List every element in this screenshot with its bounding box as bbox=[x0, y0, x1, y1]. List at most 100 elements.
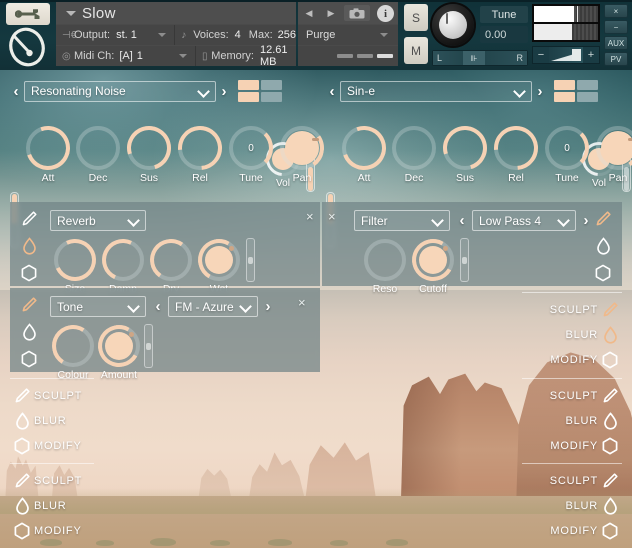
fx-reverb-close-button[interactable]: × bbox=[306, 209, 314, 224]
source-left-select[interactable]: Resonating Noise bbox=[24, 80, 216, 102]
fx-tone-preset-select[interactable]: FM - Azure bbox=[168, 296, 258, 317]
modify-hex-icon[interactable] bbox=[598, 435, 622, 457]
modify-hex-icon[interactable] bbox=[20, 350, 38, 368]
blur-drop-icon[interactable] bbox=[20, 323, 38, 341]
close-icon[interactable]: × bbox=[604, 4, 628, 18]
source-right-knob-tune[interactable]: 0 Tune bbox=[545, 126, 589, 184]
wrench-icon[interactable] bbox=[6, 3, 50, 25]
modify-hex-icon[interactable] bbox=[10, 435, 34, 457]
slot-row-modify[interactable]: MODIFY bbox=[10, 518, 170, 543]
blur-drop-icon[interactable] bbox=[598, 324, 622, 346]
blur-drop-icon[interactable] bbox=[598, 495, 622, 517]
fx-tone-preset-prev[interactable]: ‹ bbox=[150, 298, 166, 315]
slot-row-blur[interactable]: BLUR bbox=[10, 408, 170, 433]
tune-knob[interactable] bbox=[432, 4, 474, 46]
modify-hex-icon[interactable] bbox=[10, 520, 34, 542]
pan-slider[interactable]: L ⊪ R bbox=[432, 50, 528, 66]
pv-button[interactable]: PV bbox=[604, 52, 628, 66]
volume-decrease-button[interactable]: − bbox=[533, 49, 549, 61]
sculpt-pencil-icon[interactable] bbox=[20, 296, 38, 314]
slot-row-blur[interactable]: BLUR bbox=[462, 322, 622, 347]
source-right-next-button[interactable]: › bbox=[532, 83, 548, 100]
fx-tone-preset-next[interactable]: › bbox=[260, 298, 276, 315]
prev-instrument-button[interactable]: ◀ bbox=[298, 8, 320, 19]
fx-tone-mix-slider[interactable] bbox=[144, 324, 153, 368]
chevron-down-icon[interactable] bbox=[158, 33, 167, 37]
fx-tone-type-select[interactable]: Tone bbox=[50, 296, 146, 317]
fx-reverb-knob-wet[interactable]: Wet bbox=[193, 234, 245, 295]
modify-hex-icon[interactable] bbox=[598, 349, 622, 371]
blur-drop-icon[interactable] bbox=[10, 410, 34, 432]
fx-tone-knob-colour[interactable]: Colour bbox=[48, 321, 98, 381]
source-right-knob-att[interactable]: Att bbox=[334, 118, 394, 184]
volume-slider[interactable]: − + bbox=[532, 46, 600, 64]
fx-filter-close-button[interactable]: × bbox=[328, 209, 336, 224]
fx-filter-knob-reso[interactable]: Reso bbox=[364, 239, 406, 295]
chevron-down-icon[interactable] bbox=[515, 87, 524, 96]
blur-drop-icon[interactable] bbox=[10, 495, 34, 517]
slot-row-blur[interactable]: BLUR bbox=[462, 408, 622, 433]
chevron-down-icon[interactable] bbox=[241, 302, 250, 311]
slot-row-modify[interactable]: MODIFY bbox=[462, 433, 622, 458]
chevron-down-icon[interactable] bbox=[129, 302, 138, 311]
chevron-down-icon[interactable] bbox=[380, 33, 388, 37]
source-right-select[interactable]: Sin-e bbox=[340, 80, 532, 102]
sculpt-pencil-icon[interactable] bbox=[20, 210, 38, 228]
fx-reverb-knob-size[interactable]: Size bbox=[48, 233, 102, 295]
slot-row-modify[interactable]: MODIFY bbox=[10, 433, 170, 458]
next-instrument-button[interactable]: ▶ bbox=[320, 8, 342, 19]
midi-channel-field[interactable]: ◎ Midi Ch: [A] 1 bbox=[56, 46, 196, 66]
chevron-down-icon[interactable] bbox=[199, 87, 208, 96]
source-left-knob-sus[interactable]: Sus bbox=[119, 118, 179, 184]
chevron-down-icon[interactable] bbox=[559, 216, 568, 225]
source-right-prev-button[interactable]: ‹ bbox=[324, 83, 340, 100]
info-icon[interactable]: i bbox=[377, 5, 394, 22]
source-right-knob-pan[interactable]: Pan bbox=[592, 122, 632, 184]
fx-tone-knob-amount[interactable]: Amount bbox=[93, 320, 145, 381]
slot-row-modify[interactable]: MODIFY bbox=[462, 347, 622, 372]
sculpt-pencil-icon[interactable] bbox=[10, 470, 34, 492]
source-left-next-button[interactable]: › bbox=[216, 83, 232, 100]
sculpt-pencil-icon[interactable] bbox=[594, 210, 612, 228]
source-left-prev-button[interactable]: ‹ bbox=[8, 83, 24, 100]
source-right-knob-dec[interactable]: Dec bbox=[392, 126, 436, 184]
fx-filter-mix-slider[interactable] bbox=[460, 238, 469, 282]
instrument-title-row[interactable]: Slow bbox=[56, 2, 296, 24]
source-left-knob-tune[interactable]: 0 Tune bbox=[229, 126, 273, 184]
camera-icon[interactable] bbox=[344, 5, 370, 21]
sculpt-pencil-icon[interactable] bbox=[598, 299, 622, 321]
solo-button[interactable]: S bbox=[404, 4, 428, 31]
blur-drop-icon[interactable] bbox=[594, 237, 612, 255]
slot-row-sculpt[interactable]: SCULPT bbox=[10, 383, 170, 408]
source-left-knob-att[interactable]: Att bbox=[18, 118, 78, 184]
tune-value[interactable]: 0.00 bbox=[480, 26, 528, 43]
slot-row-sculpt[interactable]: SCULPT bbox=[462, 468, 622, 493]
chevron-down-icon[interactable] bbox=[129, 216, 138, 225]
slot-row-sculpt[interactable]: SCULPT bbox=[462, 383, 622, 408]
chevron-down-icon[interactable] bbox=[179, 54, 187, 58]
fx-filter-preset-select[interactable]: Low Pass 4 bbox=[472, 210, 576, 231]
volume-increase-button[interactable]: + bbox=[583, 49, 599, 61]
source-right-waveform-tiles[interactable] bbox=[554, 80, 598, 102]
source-right-knob-sus[interactable]: Sus bbox=[435, 118, 495, 184]
fx-reverb-type-select[interactable]: Reverb bbox=[50, 210, 146, 231]
sculpt-pencil-icon[interactable] bbox=[10, 385, 34, 407]
chevron-down-icon[interactable] bbox=[433, 216, 442, 225]
minimize-icon[interactable]: − bbox=[604, 20, 628, 34]
fx-reverb-knob-damp[interactable]: Damp bbox=[96, 233, 150, 295]
blur-drop-icon[interactable] bbox=[598, 410, 622, 432]
modify-hex-icon[interactable] bbox=[20, 264, 38, 282]
purge-menu[interactable]: Purge bbox=[298, 25, 398, 45]
source-right-knob-rel[interactable]: Rel bbox=[485, 117, 547, 184]
slot-row-blur[interactable]: BLUR bbox=[10, 493, 170, 518]
fx-filter-knob-cutoff[interactable]: Cutoff bbox=[407, 234, 459, 295]
aux-button[interactable]: AUX bbox=[604, 36, 628, 50]
fx-filter-preset-prev[interactable]: ‹ bbox=[454, 212, 470, 229]
source-left-knob-dec[interactable]: Dec bbox=[76, 126, 120, 184]
sculpt-pencil-icon[interactable] bbox=[598, 470, 622, 492]
sculpt-pencil-icon[interactable] bbox=[598, 385, 622, 407]
blur-drop-icon[interactable] bbox=[20, 237, 38, 255]
fx-reverb-knob-dry[interactable]: Dry bbox=[146, 235, 196, 295]
mute-button[interactable]: M bbox=[404, 37, 428, 64]
fx-filter-type-select[interactable]: Filter bbox=[354, 210, 450, 231]
